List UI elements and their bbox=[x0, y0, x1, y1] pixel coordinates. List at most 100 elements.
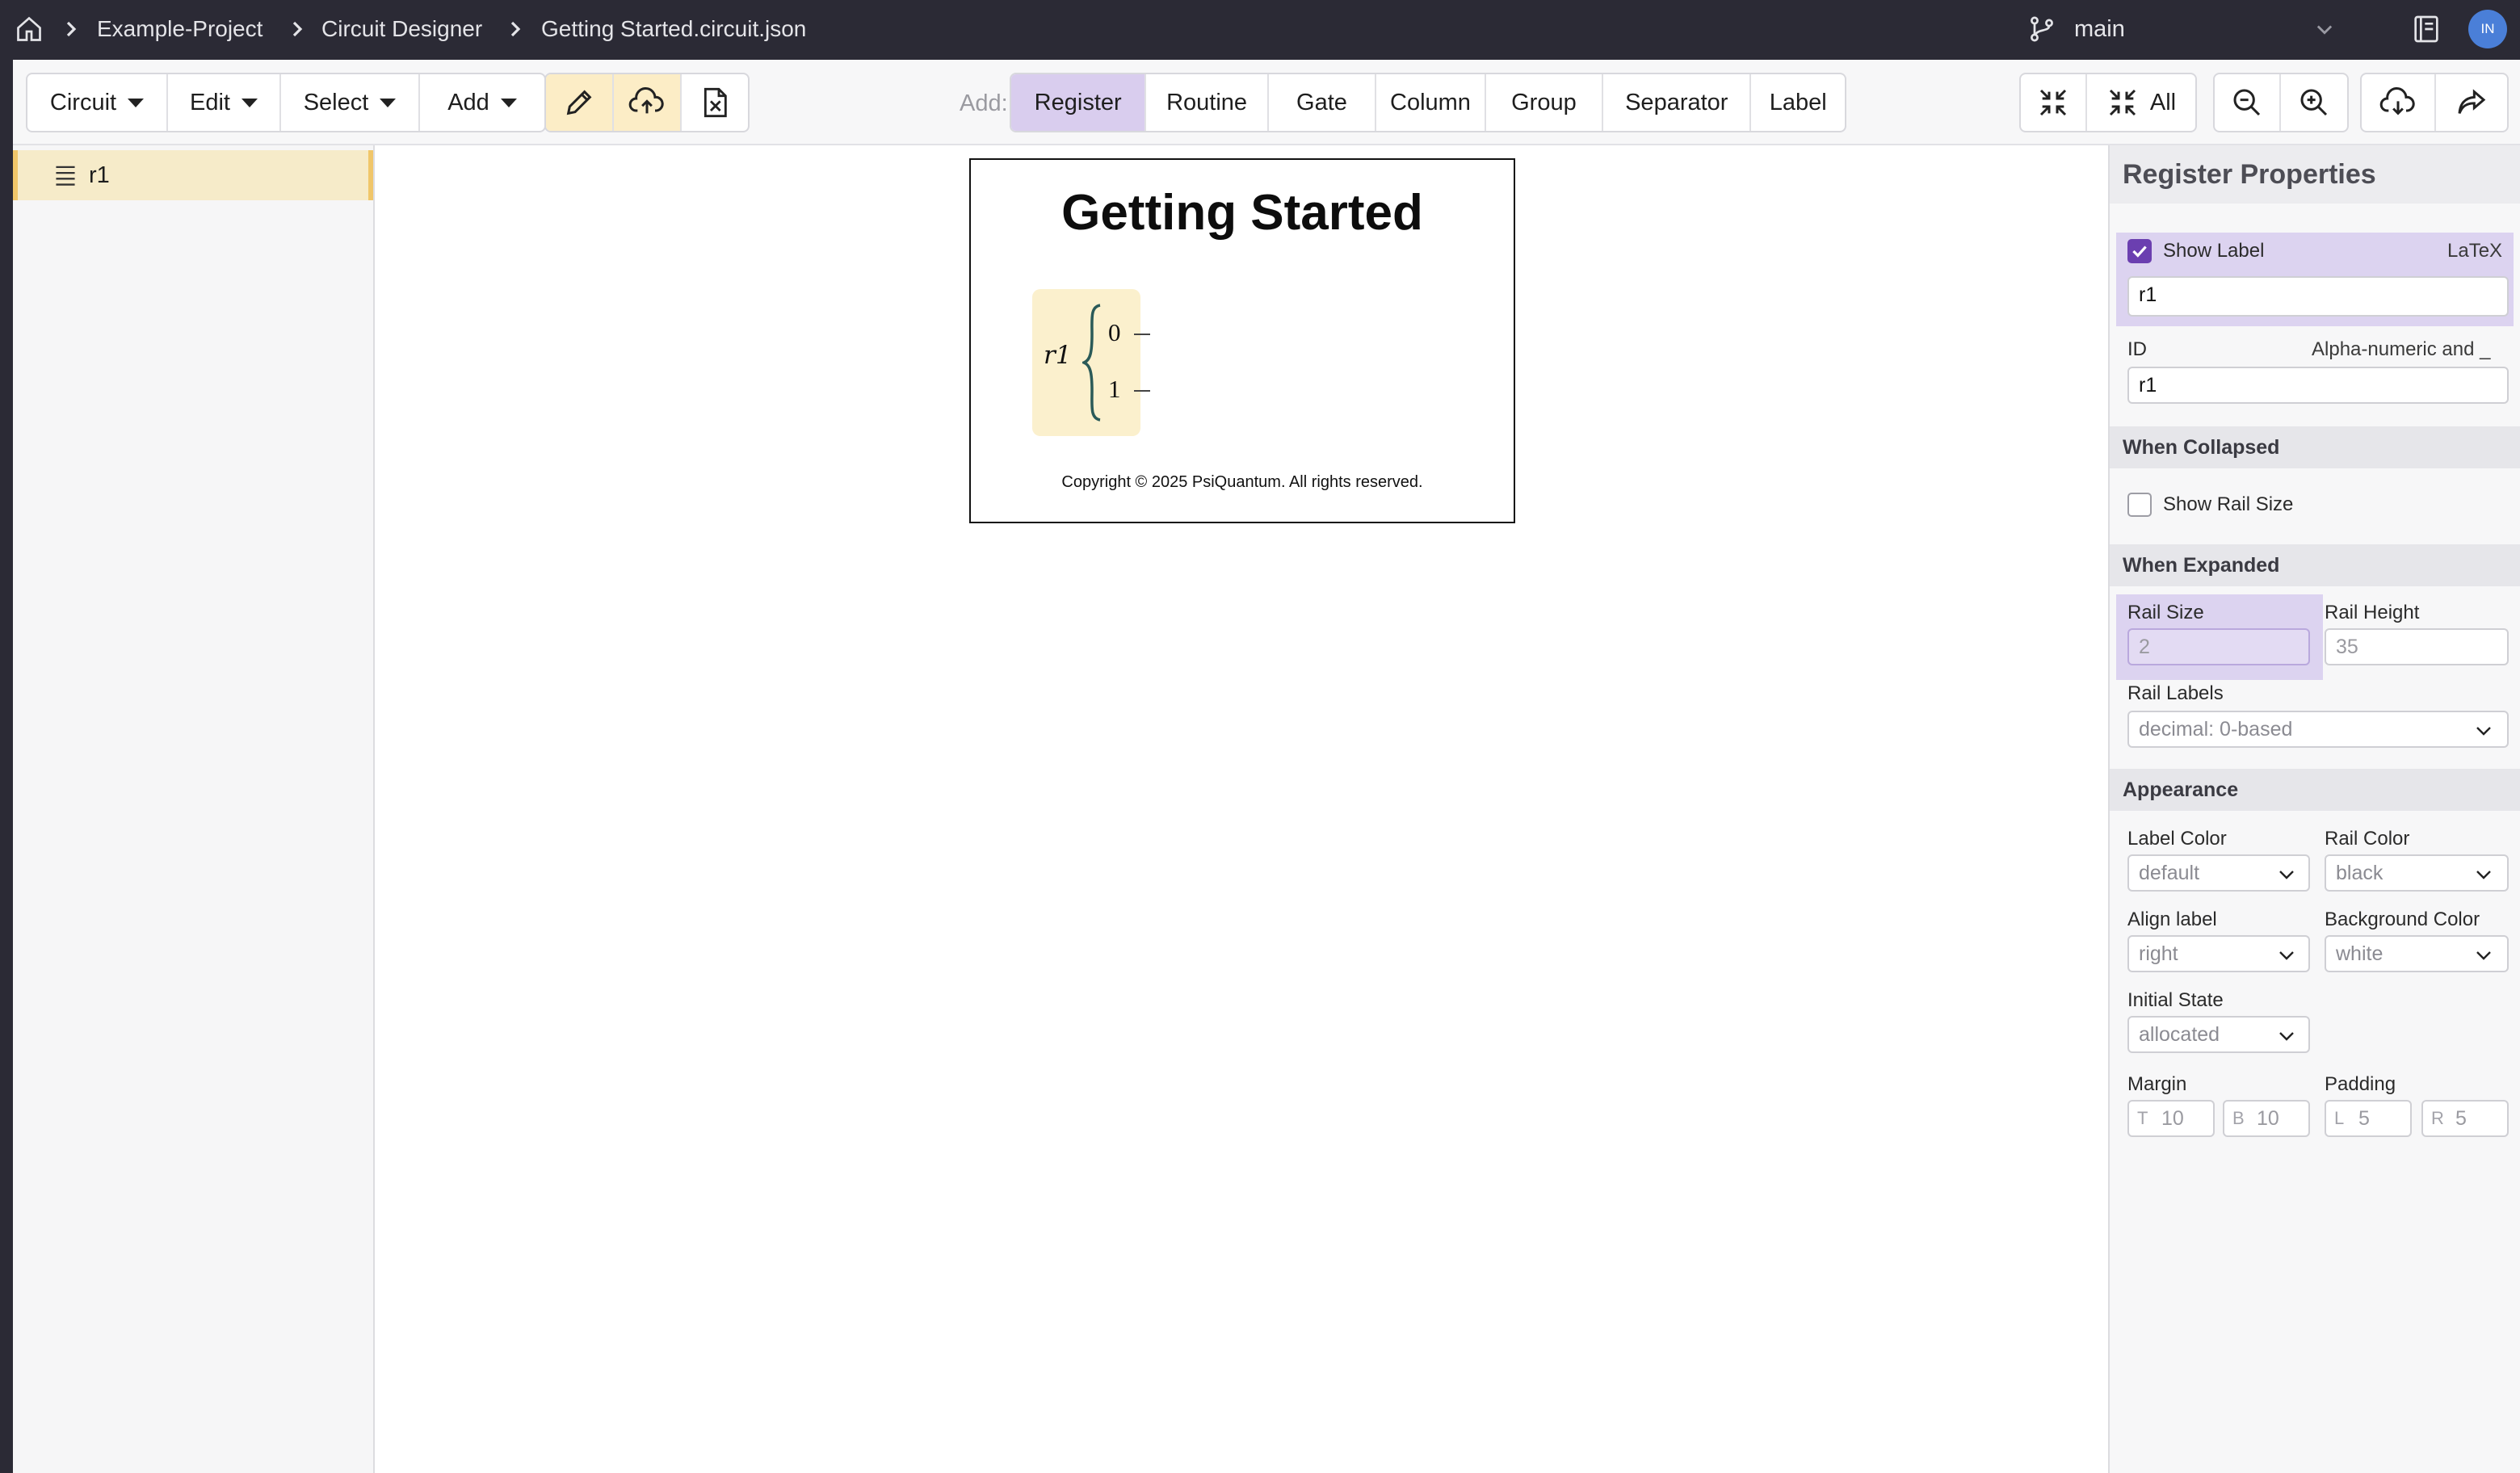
properties-panel: Register Properties Show Label LaTeX r1 … bbox=[2108, 145, 2520, 1473]
upload-button[interactable] bbox=[614, 74, 682, 131]
id-input[interactable]: r1 bbox=[2127, 367, 2509, 404]
toolbar: Circuit Edit Select Add Add: Register Ro… bbox=[13, 60, 2520, 145]
close-file-button[interactable] bbox=[682, 74, 748, 131]
rail-wire-1 bbox=[1134, 390, 1150, 392]
zoom-in-icon bbox=[2300, 89, 2328, 116]
cloud-upload-icon bbox=[628, 86, 664, 114]
zoom-out-icon bbox=[2233, 89, 2261, 116]
add-group-button[interactable]: Group bbox=[1486, 74, 1604, 131]
rail-size-label: Rail Size bbox=[2127, 602, 2204, 623]
chevron-down-icon bbox=[2476, 871, 2491, 879]
breadcrumb-file: Getting Started.circuit.json bbox=[541, 16, 807, 41]
export-group bbox=[2360, 73, 2509, 132]
initial-state-label: Initial State bbox=[2127, 989, 2224, 1011]
background-color-label: Background Color bbox=[2325, 909, 2480, 930]
add-menu-label: Add bbox=[447, 89, 489, 115]
add-label-button[interactable]: Label bbox=[1751, 74, 1845, 131]
add-label: Add: bbox=[960, 90, 1008, 116]
docs-icon[interactable] bbox=[2410, 13, 2442, 45]
id-label: ID bbox=[2127, 338, 2147, 360]
add-menu-button[interactable]: Add bbox=[420, 74, 544, 131]
edit-menu-label: Edit bbox=[190, 89, 230, 115]
breadcrumb-app[interactable]: Circuit Designer bbox=[321, 15, 482, 44]
avatar[interactable]: IN bbox=[2468, 10, 2507, 48]
add-column-button[interactable]: Column bbox=[1376, 74, 1486, 131]
rail-color-label: Rail Color bbox=[2325, 828, 2410, 850]
rail-height-input[interactable]: 35 bbox=[2325, 628, 2509, 665]
collapse-all-icon bbox=[2109, 89, 2136, 116]
tree-item-label: r1 bbox=[89, 162, 110, 188]
pencil-icon bbox=[566, 90, 592, 115]
margin-label: Margin bbox=[2127, 1073, 2187, 1095]
label-color-label: Label Color bbox=[2127, 828, 2227, 850]
circuit-menu-button[interactable]: Circuit bbox=[27, 74, 168, 131]
padding-label: Padding bbox=[2325, 1073, 2396, 1095]
chevron-down-icon bbox=[2279, 871, 2294, 879]
collapse-all-button[interactable]: All bbox=[2087, 74, 2195, 131]
margin-top-prefix: T bbox=[2137, 1108, 2148, 1128]
home-icon[interactable] bbox=[15, 15, 44, 44]
cloud-download-icon bbox=[2379, 86, 2415, 115]
rail-wire-0 bbox=[1134, 334, 1150, 335]
collapse-button[interactable] bbox=[2021, 74, 2087, 131]
edit-mode-button[interactable] bbox=[546, 74, 614, 131]
register-r1[interactable]: r1 0 1 bbox=[1032, 289, 1150, 436]
breadcrumb-project[interactable]: Example-Project bbox=[97, 15, 262, 44]
chevron-down-icon bbox=[2476, 951, 2491, 960]
tree-item-r1[interactable]: r1 bbox=[13, 150, 373, 200]
add-separator-button[interactable]: Separator bbox=[1603, 74, 1752, 131]
checkmark-icon bbox=[2132, 246, 2147, 258]
when-expanded-heading: When Expanded bbox=[2110, 544, 2520, 586]
rail-size-input[interactable]: 2 bbox=[2127, 628, 2310, 665]
add-routine-button[interactable]: Routine bbox=[1146, 74, 1269, 131]
register-brace bbox=[1082, 304, 1101, 422]
chevron-right-icon bbox=[510, 21, 521, 37]
padding-right-prefix: R bbox=[2431, 1108, 2444, 1128]
latex-hint: LaTeX bbox=[2447, 240, 2503, 262]
download-button[interactable] bbox=[2362, 74, 2436, 131]
zoom-out-button[interactable] bbox=[2215, 74, 2281, 131]
left-edge bbox=[0, 60, 13, 1473]
chevron-down-icon bbox=[2279, 951, 2294, 960]
edit-menu-button[interactable]: Edit bbox=[168, 74, 281, 131]
caret-down-icon bbox=[500, 98, 517, 107]
padding-left-prefix: L bbox=[2334, 1108, 2345, 1128]
select-menu-button[interactable]: Select bbox=[281, 74, 420, 131]
copyright-text: Copyright © 2025 PsiQuantum. All rights … bbox=[1061, 473, 1423, 491]
rail-label-1: 1 bbox=[1108, 375, 1121, 403]
circuit-menu-label: Circuit bbox=[49, 89, 117, 115]
share-button[interactable] bbox=[2436, 74, 2507, 131]
panel-title: Register Properties bbox=[2110, 145, 2520, 204]
collapse-group: All bbox=[2019, 73, 2197, 132]
align-label-label: Align label bbox=[2127, 909, 2217, 930]
chevron-down-icon[interactable] bbox=[2312, 18, 2337, 40]
when-collapsed-heading: When Collapsed bbox=[2110, 426, 2520, 468]
rail-height-label: Rail Height bbox=[2325, 602, 2420, 623]
zoom-group bbox=[2213, 73, 2349, 132]
rail-label-0: 0 bbox=[1108, 318, 1121, 346]
label-textarea[interactable]: r1 bbox=[2127, 276, 2509, 317]
add-gate-button[interactable]: Gate bbox=[1269, 74, 1377, 131]
show-rail-size-checkbox[interactable] bbox=[2127, 493, 2152, 517]
show-label-checkbox[interactable] bbox=[2127, 239, 2152, 263]
margin-bottom-prefix: B bbox=[2232, 1108, 2245, 1128]
add-register-button[interactable]: Register bbox=[1011, 74, 1147, 131]
collapse-all-label: All bbox=[2149, 89, 2177, 115]
add-item-group: Register Routine Gate Column Group Separ… bbox=[1010, 73, 1846, 132]
chevron-right-icon bbox=[66, 21, 77, 37]
circuit-canvas[interactable]: Getting Started r1 0 1 Copyright © 2025 … bbox=[375, 145, 2108, 1473]
git-branch-icon bbox=[2031, 16, 2053, 42]
branch-selector[interactable]: main bbox=[2074, 15, 2125, 44]
caret-down-icon bbox=[241, 98, 258, 107]
show-rail-size-label: Show Rail Size bbox=[2163, 493, 2294, 515]
rail-labels-select[interactable]: decimal: 0-based bbox=[2127, 711, 2509, 748]
zoom-in-button[interactable] bbox=[2281, 74, 2347, 131]
top-bar: Example-Project Circuit Designer Getting… bbox=[0, 0, 2520, 60]
file-close-icon bbox=[704, 87, 727, 118]
share-icon bbox=[2458, 89, 2486, 114]
caret-down-icon bbox=[128, 98, 145, 107]
register-label: r1 bbox=[1044, 341, 1072, 370]
chevron-down-icon bbox=[2476, 727, 2491, 736]
chevron-right-icon bbox=[292, 21, 303, 37]
show-label-text: Show Label bbox=[2163, 240, 2265, 262]
